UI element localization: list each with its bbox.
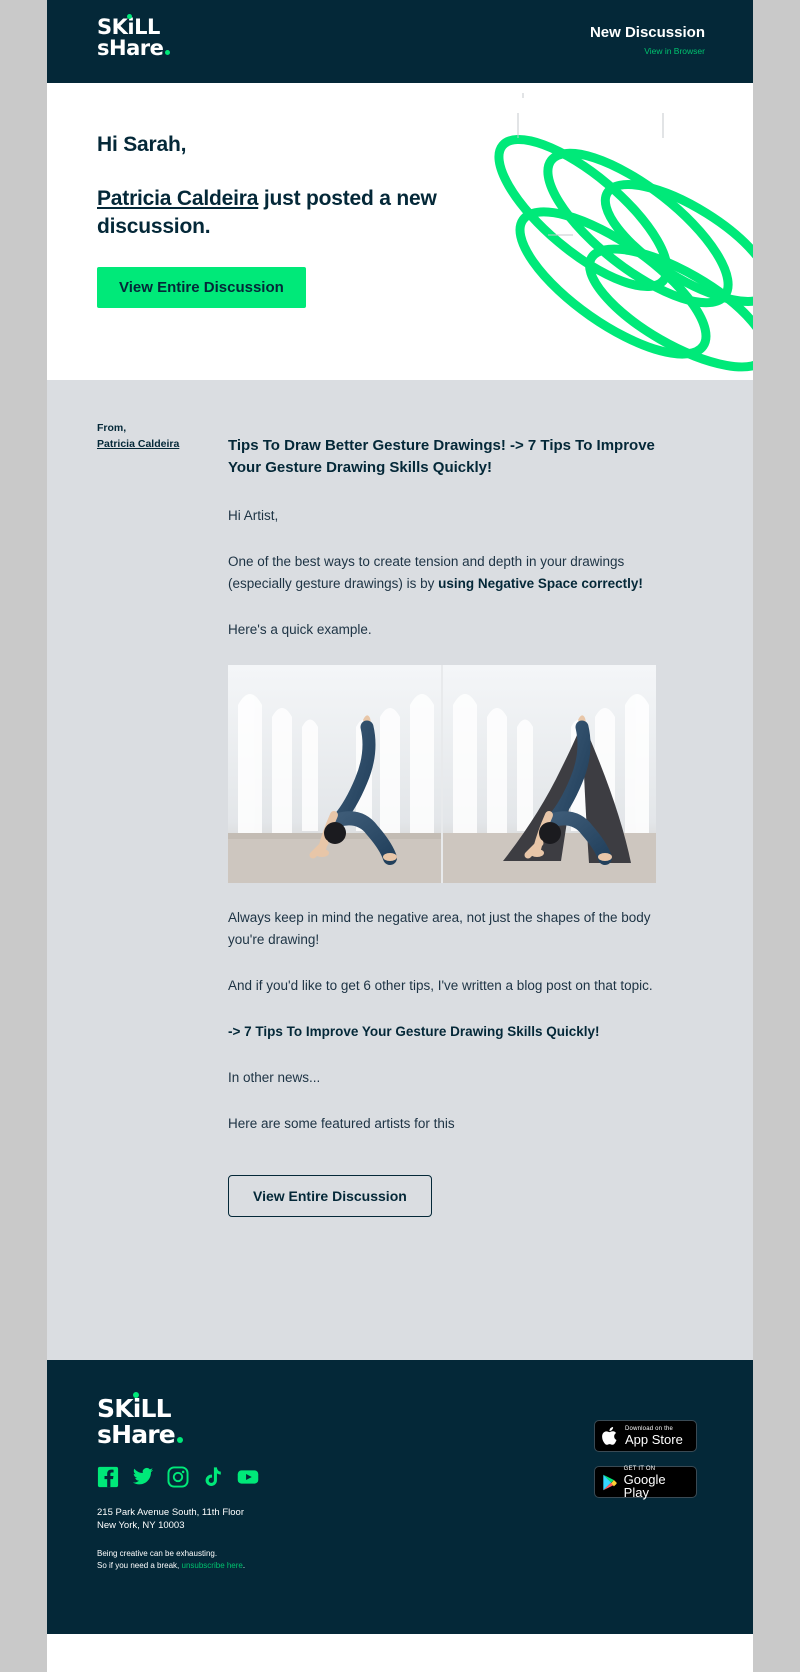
app-store-text: Download on the App Store	[625, 1426, 683, 1446]
app-store-badges: Download on the App Store GET IT ON Goog…	[594, 1420, 697, 1499]
discussion-paragraph-5: And if you'd like to get 6 other tips, I…	[228, 978, 653, 993]
email-body: SKiLL sHare New Discussion View in Brows…	[47, 0, 753, 1672]
discussion-content: Tips To Draw Better Gesture Drawings! ->…	[228, 380, 656, 1217]
tiktok-icon[interactable]	[202, 1466, 224, 1488]
skillshare-logo-header[interactable]: SKiLL sHare	[97, 14, 171, 60]
logo-dot-icon	[127, 14, 132, 19]
company-address: 215 Park Avenue South, 11th Floor New Yo…	[97, 1506, 259, 1532]
view-entire-discussion-button-secondary[interactable]: View Entire Discussion	[228, 1175, 432, 1217]
apple-icon	[602, 1427, 617, 1445]
legal-line-2-post: .	[242, 1561, 246, 1570]
hero-section: Hi Sarah, Patricia Caldeira just posted …	[47, 83, 753, 380]
google-play-icon	[603, 1474, 617, 1490]
address-line-1: 215 Park Avenue South, 11th Floor	[97, 1507, 244, 1518]
legal-line-2-pre: So if you need a break,	[97, 1561, 182, 1570]
footer-logo-text-share: sHare	[97, 1420, 176, 1449]
discussion-paragraph-2: One of the best ways to create tension a…	[228, 551, 656, 595]
app-store-big-label: App Store	[625, 1432, 683, 1447]
discussion-paragraph-8: Here are some featured artists for this	[228, 1116, 455, 1131]
discussion-section: From, Patricia Caldeira Tips To Draw Bet…	[47, 380, 753, 1360]
skillshare-logo-footer[interactable]: SKiLL sHare	[97, 1392, 259, 1448]
discussion-blog-link[interactable]: -> 7 Tips To Improve Your Gesture Drawin…	[228, 1021, 656, 1043]
negative-space-example-image	[228, 665, 656, 883]
youtube-icon[interactable]	[237, 1466, 259, 1488]
google-play-text: GET IT ON Google Play	[624, 1466, 689, 1499]
footer-logo-text-skill: SKiLL	[97, 1394, 172, 1423]
social-links	[97, 1466, 259, 1488]
header-right-block: New Discussion View in Browser	[590, 24, 705, 56]
google-play-big-label: Google Play	[623, 1471, 666, 1500]
secondary-cta-wrap: View Entire Discussion	[228, 1175, 656, 1217]
footer-logo-period-icon	[176, 1437, 183, 1443]
logo-text-share: sHare	[97, 36, 164, 60]
from-block: From, Patricia Caldeira	[97, 420, 227, 452]
logo-line-2: sHare	[97, 36, 171, 60]
legal-block: Being creative can be exhausting. So if …	[97, 1548, 259, 1572]
legal-line-1: Being creative can be exhausting.	[97, 1549, 218, 1558]
footer-logo-line-1: SKiLL	[97, 1392, 259, 1423]
app-store-badge[interactable]: Download on the App Store	[594, 1420, 697, 1452]
hero-headline: Patricia Caldeira just posted a new disc…	[97, 185, 517, 241]
footer-logo-line-2: sHare	[97, 1422, 259, 1448]
email-footer: SKiLL sHare 215 Park Avenue South, 11th …	[47, 1360, 753, 1634]
view-entire-discussion-button-primary[interactable]: View Entire Discussion	[97, 267, 306, 308]
email-header: SKiLL sHare New Discussion View in Brows…	[47, 0, 753, 83]
discussion-paragraph-7: In other news...	[228, 1070, 321, 1085]
from-label: From,	[97, 422, 127, 434]
unsubscribe-link[interactable]: unsubscribe here	[182, 1561, 243, 1570]
paragraph-2-bold: using Negative Space correctly!	[438, 576, 643, 591]
google-play-badge[interactable]: GET IT ON Google Play	[594, 1466, 697, 1499]
hero-text-block: Hi Sarah, Patricia Caldeira just posted …	[97, 133, 517, 308]
google-play-small-label: GET IT ON	[623, 1465, 656, 1472]
discussion-paragraph-3: Here's a quick example.	[228, 622, 372, 637]
address-line-2: New York, NY 10003	[97, 1520, 185, 1531]
footer-logo-dot-icon	[133, 1392, 139, 1398]
instagram-icon[interactable]	[167, 1466, 189, 1488]
twitter-icon[interactable]	[132, 1466, 154, 1488]
hero-author-link[interactable]: Patricia Caldeira	[97, 187, 258, 210]
view-in-browser-link[interactable]: View in Browser	[590, 46, 705, 56]
discussion-paragraph-4: Always keep in mind the negative area, n…	[228, 910, 651, 947]
facebook-icon[interactable]	[97, 1466, 119, 1488]
logo-period-icon	[165, 50, 171, 55]
logo-line-1: SKiLL	[97, 14, 170, 38]
footer-left-block: SKiLL sHare 215 Park Avenue South, 11th …	[97, 1392, 259, 1572]
discussion-title: Tips To Draw Better Gesture Drawings! ->…	[228, 437, 655, 476]
header-title: New Discussion	[589, 24, 705, 41]
from-author-link[interactable]: Patricia Caldeira	[97, 436, 227, 452]
hero-greeting: Hi Sarah,	[97, 133, 187, 156]
discussion-paragraph-1: Hi Artist,	[228, 508, 279, 523]
legal-line-2: So if you need a break, unsubscribe here…	[97, 1560, 259, 1572]
